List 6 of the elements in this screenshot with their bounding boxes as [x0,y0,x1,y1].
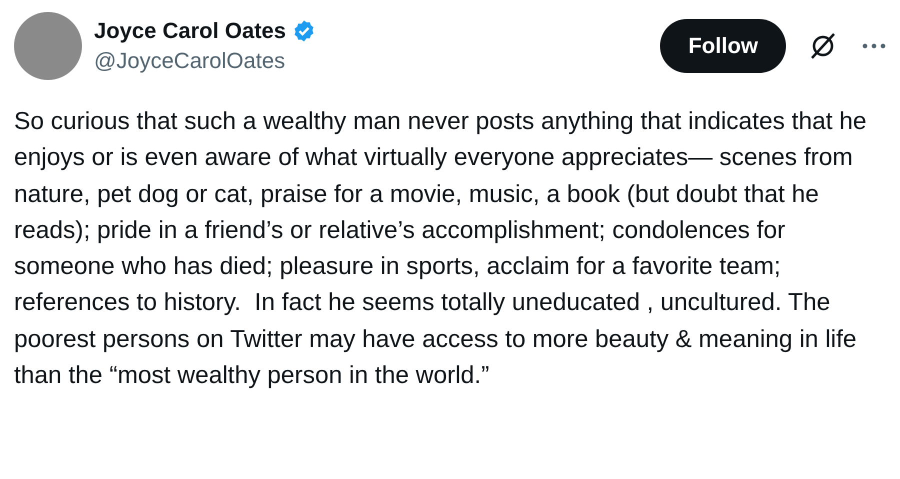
author-handle[interactable]: @JoyceCarolOates [94,48,648,74]
follow-button[interactable]: Follow [660,19,786,73]
slashed-circle-icon[interactable] [808,31,838,61]
post-text: So curious that such a wealthy man never posts anything that indicates that he enjoys or is even aware of what virtually everyone appreciates— scenes from nature, pet dog or cat, praise for a movie, music, a book (but doubt that he reads); pride in a friend’s or relative’s accomplishment; condolences for someone who has died; pleasure in sports, acclaim for a favorite team; references to history. In fact he seems totally uneducated , uncultured. The poorest persons on Twitter may have access to more beauty & meaning in life than the “most wealthy person in the world.” [14,107,868,392]
more-icon[interactable] [862,42,886,50]
author-name[interactable]: Joyce Carol Oates [94,18,286,44]
